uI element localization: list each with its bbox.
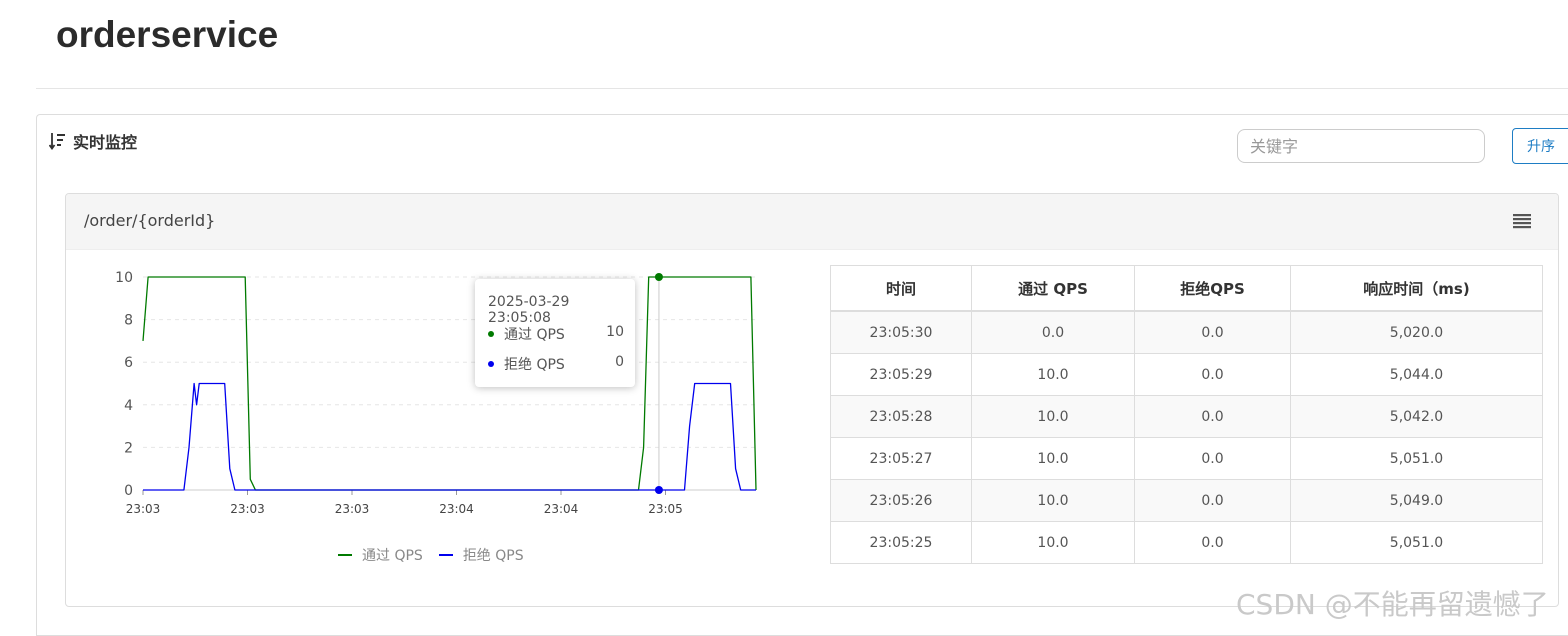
column-header-time: 时间 — [830, 265, 972, 312]
chart-tooltip: 2025-03-29 23:05:08 通过 QPS 10 拒绝 QPS 0 — [475, 279, 635, 387]
tooltip-time: 2025-03-29 23:05:08 — [488, 294, 570, 326]
table-cell: 0.0 — [1134, 479, 1291, 522]
x-tick-label: 23:03 — [230, 502, 265, 516]
menu-icon[interactable] — [1512, 213, 1532, 229]
metrics-table: 时间 通过 QPS 拒绝QPS 响应时间（ms) 23:05:30 0.0 0.0 5… — [830, 265, 1543, 564]
table-row: 23:05:29 10.0 0.0 5,044.0 — [830, 353, 1543, 396]
legend-item-block[interactable]: 拒绝 QPS — [438, 545, 524, 565]
table-cell: 0.0 — [1134, 437, 1291, 480]
series-line-block — [143, 382, 756, 491]
resource-card-header: /order/{orderId} — [66, 194, 1558, 250]
resource-card: /order/{orderId} 0 2 4 6 8 10 23:03 23:03 23:03 2… — [65, 193, 1559, 607]
tooltip-block-dot — [488, 361, 494, 367]
y-tick-label: 0 — [124, 483, 133, 499]
y-tick-label: 10 — [115, 270, 133, 286]
table-row: 23:05:30 0.0 0.0 5,020.0 — [830, 310, 1543, 354]
table-cell: 5,042.0 — [1290, 395, 1543, 438]
highlight-point — [654, 273, 663, 281]
tooltip-row-block: 拒绝 QPS 0 — [488, 354, 624, 374]
series-line-pass — [142, 276, 757, 491]
column-header-block-qps: 拒绝QPS — [1134, 265, 1291, 312]
x-tick-label: 23:03 — [335, 502, 370, 516]
panel-heading-label: 实时监控 — [73, 133, 138, 152]
table-cell: 23:05:25 — [830, 521, 972, 564]
table-row: 23:05:25 10.0 0.0 5,051.0 — [830, 521, 1543, 564]
sort-order-button[interactable]: 升序 — [1512, 128, 1568, 164]
table-cell: 5,020.0 — [1290, 310, 1543, 354]
table-cell: 23:05:28 — [830, 395, 972, 438]
table-cell: 0.0 — [1134, 353, 1291, 396]
tooltip-label: 通过 QPS — [504, 327, 565, 343]
tooltip-value: 0 — [615, 354, 624, 370]
y-tick-label: 4 — [124, 398, 133, 414]
legend-swatch — [338, 554, 352, 556]
table-cell: 23:05:29 — [830, 353, 972, 396]
table-cell: 23:05:26 — [830, 479, 972, 522]
monitor-panel: 实时监控 升序 /order/{orderId} 0 2 4 6 8 10 23:03 23:… — [36, 114, 1568, 636]
x-tick-label: 23:04 — [544, 502, 579, 516]
y-tick-label: 8 — [124, 313, 133, 329]
table-row: 23:05:28 10.0 0.0 5,042.0 — [830, 395, 1543, 438]
panel-heading: 实时监控 — [49, 129, 137, 153]
x-tick-label: 23:04 — [439, 502, 474, 516]
table-cell: 5,051.0 — [1290, 437, 1543, 480]
table-cell: 0.0 — [1134, 310, 1291, 354]
tooltip-label: 拒绝 QPS — [504, 357, 565, 373]
title-divider — [36, 88, 1568, 89]
x-tick-label: 23:05 — [648, 502, 683, 516]
tooltip-pass-dot — [488, 331, 494, 337]
table-cell: 0.0 — [1134, 521, 1291, 564]
resource-name: /order/{orderId} — [84, 211, 216, 230]
chart-legend: 通过 QPS 拒绝 QPS — [338, 545, 540, 565]
table-cell: 0.0 — [1134, 395, 1291, 438]
y-tick-label: 2 — [124, 440, 133, 456]
table-body: 23:05:30 0.0 0.0 5,020.0 23:05:29 10.0 0.0 5,04… — [830, 310, 1543, 564]
sort-descending-icon — [49, 133, 65, 150]
table-cell: 10.0 — [971, 437, 1135, 480]
search-input[interactable] — [1237, 129, 1485, 163]
table-cell: 5,049.0 — [1290, 479, 1543, 522]
table-cell: 0.0 — [971, 310, 1135, 354]
table-cell: 10.0 — [971, 479, 1135, 522]
legend-item-pass[interactable]: 通过 QPS — [338, 545, 423, 565]
x-tick-label: 23:03 — [126, 502, 161, 516]
table-cell: 10.0 — [971, 395, 1135, 438]
y-tick-label: 6 — [124, 355, 133, 371]
legend-label: 拒绝 QPS — [462, 548, 524, 564]
table-cell: 10.0 — [971, 521, 1135, 564]
table-cell: 23:05:30 — [830, 310, 972, 354]
table-cell: 10.0 — [971, 353, 1135, 396]
table-cell: 5,044.0 — [1290, 353, 1543, 396]
legend-label: 通过 QPS — [362, 548, 423, 564]
tooltip-value: 10 — [606, 324, 624, 340]
table-row: 23:05:27 10.0 0.0 5,051.0 — [830, 437, 1543, 480]
tooltip-row-pass: 通过 QPS 10 — [488, 324, 624, 344]
qps-line-chart: 0 2 4 6 8 10 23:03 23:03 23:03 23:04 23:04 23:05 — [115, 270, 757, 516]
column-header-rt: 响应时间（ms) — [1290, 265, 1543, 312]
column-header-pass-qps: 通过 QPS — [971, 265, 1135, 312]
table-row: 23:05:26 10.0 0.0 5,049.0 — [830, 479, 1543, 522]
highlight-point — [654, 486, 663, 494]
watermark: CSDN @不能再留遗憾了 — [1236, 588, 1549, 621]
table-cell: 5,051.0 — [1290, 521, 1543, 564]
legend-swatch — [438, 554, 453, 556]
app-title: orderservice — [56, 14, 279, 55]
table-cell: 23:05:27 — [830, 437, 972, 480]
table-header-row: 时间 通过 QPS 拒绝QPS 响应时间（ms) — [830, 265, 1543, 312]
